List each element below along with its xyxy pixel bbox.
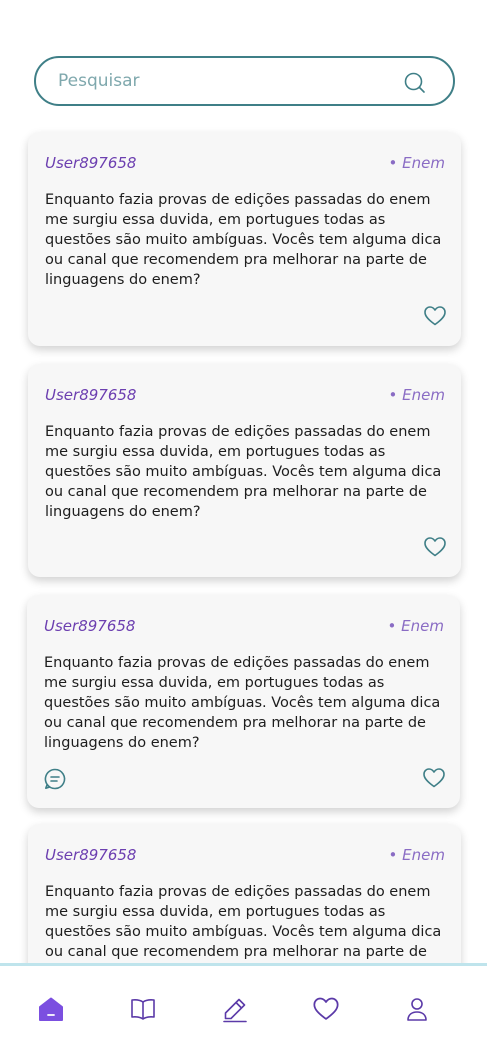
like-icon[interactable] — [423, 304, 447, 328]
post-card[interactable]: User897658 • Enem Enquanto fazia provas … — [27, 595, 460, 808]
comment-icon[interactable] — [43, 767, 67, 791]
post-body: Enquanto fazia provas de edições passada… — [44, 655, 441, 751]
post-tag[interactable]: • Enem — [389, 846, 445, 864]
nav-home[interactable] — [36, 994, 66, 1024]
search-bar[interactable] — [34, 56, 455, 106]
nav-write[interactable] — [220, 994, 250, 1024]
like-icon[interactable] — [422, 766, 446, 790]
post-card[interactable]: User897658 • Enem Enquanto fazia provas … — [28, 364, 461, 577]
home-icon[interactable] — [37, 995, 65, 1023]
like-icon[interactable] — [423, 535, 447, 559]
post-tag[interactable]: • Enem — [388, 617, 444, 635]
nav-study[interactable] — [128, 994, 158, 1024]
pencil-icon[interactable] — [221, 995, 249, 1023]
search-icon[interactable] — [403, 71, 427, 95]
nav-profile[interactable] — [402, 994, 432, 1024]
book-icon[interactable] — [129, 995, 157, 1023]
post-body: Enquanto fazia provas de edições passada… — [45, 192, 442, 288]
post-card[interactable]: User897658 • Enem Enquanto fazia provas … — [28, 132, 461, 346]
post-username[interactable]: User897658 — [45, 846, 136, 864]
post-username[interactable]: User897658 — [45, 154, 136, 172]
post-tag[interactable]: • Enem — [389, 386, 445, 404]
bottom-nav — [0, 963, 487, 1055]
user-icon[interactable] — [403, 995, 431, 1023]
post-tag[interactable]: • Enem — [389, 154, 445, 172]
post-username[interactable]: User897658 — [45, 386, 136, 404]
heart-icon[interactable] — [312, 995, 340, 1023]
search-input[interactable] — [58, 68, 378, 94]
post-username[interactable]: User897658 — [44, 617, 135, 635]
nav-favorites[interactable] — [311, 994, 341, 1024]
post-body: Enquanto fazia provas de edições passada… — [45, 424, 442, 520]
